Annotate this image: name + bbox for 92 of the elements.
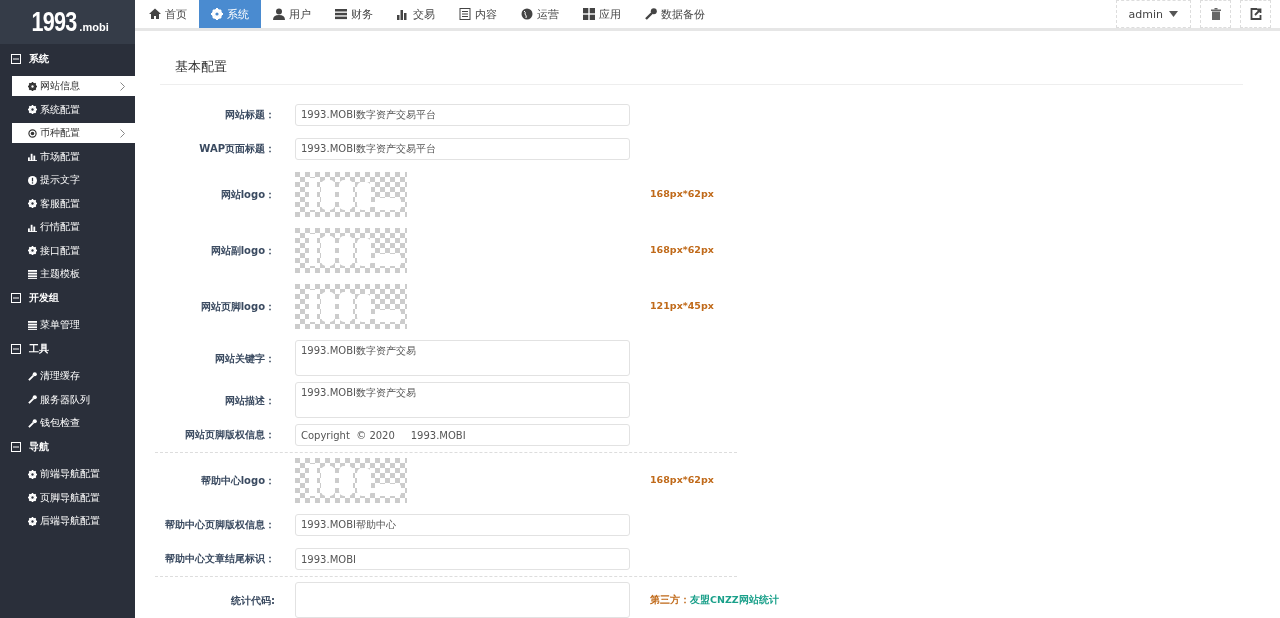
- nav-tab[interactable]: 交易: [385, 0, 447, 28]
- wrench-icon: [645, 8, 657, 20]
- nav-tab[interactable]: 系统: [199, 0, 261, 28]
- gear-icon: [211, 8, 223, 20]
- size-hint: 121px*45px: [650, 300, 714, 311]
- input-field[interactable]: 1993.MOBI数字资产交易平台: [295, 104, 630, 126]
- field-label: 网站logo：: [219, 188, 275, 202]
- nav-tab[interactable]: 财务: [323, 0, 385, 28]
- size-hint: 168px*62px: [650, 188, 714, 199]
- gear-icon: [28, 105, 37, 114]
- field-label: 统计代码:: [230, 594, 275, 608]
- gear-icon: [28, 469, 37, 479]
- home-icon: [149, 8, 161, 20]
- globe-icon: [521, 8, 533, 20]
- input-field[interactable]: 1993.MOBI数字资产交易平台: [295, 138, 630, 160]
- collapse-icon[interactable]: [11, 344, 21, 354]
- list-icon: [28, 320, 37, 330]
- trash-button[interactable]: [1200, 0, 1231, 28]
- gear-icon: [28, 199, 37, 208]
- user-icon: [273, 8, 285, 20]
- size-hint: 168px*62px: [650, 474, 714, 485]
- nav-tab[interactable]: 运营: [509, 0, 571, 28]
- gear-icon: [28, 516, 37, 526]
- document-icon: [459, 8, 471, 20]
- logout-button[interactable]: [1240, 0, 1271, 28]
- sidebar-group-title: 工具: [29, 342, 49, 356]
- sidebar-item[interactable]: 币种配置: [12, 123, 135, 143]
- field-label: 网站页脚版权信息：: [184, 428, 275, 442]
- nav-tab[interactable]: 内容: [447, 0, 509, 28]
- bar-chart-icon: [28, 222, 37, 232]
- sidebar-group-title: 开发组: [29, 291, 59, 305]
- bar-chart-icon: [397, 8, 409, 20]
- trash-icon: [1210, 8, 1221, 20]
- sidebar-item[interactable]: 清理缓存: [12, 366, 135, 386]
- sidebar-group-title: 系统: [29, 52, 49, 66]
- field-label: 网站描述：: [224, 394, 275, 408]
- nav-tab[interactable]: 首页: [137, 0, 199, 28]
- sidebar-item[interactable]: 页脚导航配置: [12, 487, 135, 508]
- collapse-icon[interactable]: [11, 442, 21, 452]
- text-area[interactable]: 1993.MOBI数字资产交易: [295, 340, 630, 376]
- sidebar-item[interactable]: 服务器队列: [12, 389, 135, 410]
- field-label: 网站关键字：: [214, 352, 275, 366]
- input-field[interactable]: 1993.MOBI帮助中心: [295, 514, 630, 536]
- wrench-icon: [28, 395, 37, 404]
- field-label: 帮助中心页脚版权信息：: [164, 518, 275, 532]
- chevron-icon: [120, 128, 125, 138]
- logout-icon: [1249, 8, 1262, 20]
- sidebar-item[interactable]: 市场配置: [12, 146, 135, 167]
- gear-icon: [28, 246, 37, 255]
- sidebar-item[interactable]: 客服配置: [12, 193, 135, 214]
- size-hint: 168px*62px: [650, 244, 714, 255]
- sidebar-item[interactable]: 提示文字: [12, 170, 135, 190]
- sidebar-item[interactable]: 接口配置: [12, 240, 135, 261]
- user-menu-button[interactable]: admin: [1115, 0, 1191, 28]
- sidebar-item[interactable]: 钱包检查: [12, 413, 135, 433]
- field-label: 网站副logo：: [209, 244, 275, 258]
- sidebar-item[interactable]: 前端导航配置: [12, 464, 135, 484]
- logo: 1993.mobi: [0, 0, 135, 44]
- nav-tab[interactable]: 应用: [571, 0, 633, 28]
- field-label: 帮助中心文章结尾标识：: [164, 552, 275, 566]
- size-hint: 第三方：: [650, 594, 690, 605]
- caret-icon: [1169, 11, 1178, 17]
- collapse-icon[interactable]: [11, 54, 21, 64]
- radio-icon: [28, 128, 37, 138]
- sidebar-item[interactable]: 主题模板: [12, 264, 135, 284]
- gear-icon: [28, 493, 37, 502]
- field-label: 网站页脚logo：: [199, 300, 275, 314]
- input-field[interactable]: Copyright © 2020 1993.MOBI: [295, 424, 630, 446]
- panel-title: 基本配置: [160, 59, 1243, 85]
- nav-tab[interactable]: 数据备份: [633, 0, 717, 28]
- wrench-icon: [28, 371, 37, 381]
- list-icon: [28, 269, 37, 279]
- text-area[interactable]: 1993.MOBI数字资产交易: [295, 382, 630, 418]
- sidebar-group-title: 导航: [29, 440, 49, 454]
- chevron-icon: [120, 81, 125, 91]
- bar-chart-icon: [28, 152, 37, 161]
- alert-icon: [28, 175, 37, 185]
- sidebar-item[interactable]: 系统配置: [12, 99, 135, 120]
- grid-icon: [583, 8, 595, 20]
- nav-tab[interactable]: 用户: [261, 0, 323, 28]
- sidebar-item[interactable]: 菜单管理: [12, 315, 135, 335]
- collapse-icon[interactable]: [11, 293, 21, 303]
- sidebar-item[interactable]: 网站信息: [12, 76, 135, 96]
- field-label: 网站标题：: [224, 108, 275, 122]
- list-icon: [335, 8, 347, 20]
- field-label: WAP页面标题：: [198, 142, 275, 156]
- sidebar-item[interactable]: 后端导航配置: [12, 511, 135, 531]
- sidebar-item[interactable]: 行情配置: [12, 217, 135, 237]
- field-label: 帮助中心logo：: [199, 474, 275, 488]
- wrench-icon: [28, 418, 37, 428]
- gear-icon: [28, 81, 37, 91]
- input-field[interactable]: 1993.MOBI: [295, 548, 630, 570]
